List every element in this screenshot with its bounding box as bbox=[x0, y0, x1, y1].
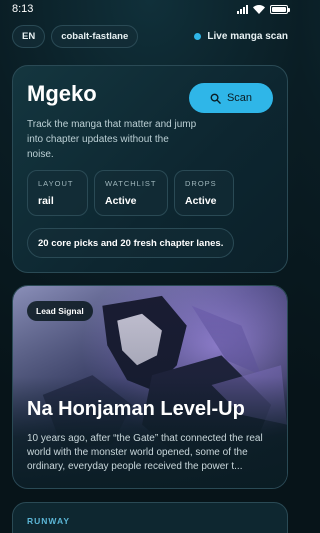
scan-button[interactable]: Scan bbox=[189, 83, 273, 113]
manga-title: Na Honjaman Level-Up bbox=[27, 398, 245, 420]
search-icon bbox=[210, 93, 221, 104]
status-time: 8:13 bbox=[12, 3, 34, 15]
live-status: Live manga scan bbox=[194, 31, 288, 42]
stat-value: Active bbox=[185, 195, 217, 207]
signal-icon bbox=[237, 4, 248, 14]
top-row: EN cobalt-fastlane Live manga scan bbox=[12, 24, 288, 48]
live-dot-icon bbox=[194, 32, 202, 40]
theme-chip[interactable]: cobalt-fastlane bbox=[51, 24, 139, 48]
stat-drops[interactable]: DROPS Active bbox=[174, 170, 234, 216]
lead-signal-badge: Lead Signal bbox=[27, 301, 93, 321]
scan-button-label: Scan bbox=[226, 92, 253, 104]
hero-description: Track the manga that matter and jump int… bbox=[27, 119, 197, 160]
runway-label: RUNWAY bbox=[27, 516, 70, 526]
stat-value: rail bbox=[38, 195, 54, 207]
manga-description: 10 years ago, after “the Gate” that conn… bbox=[27, 433, 263, 472]
stat-value: Active bbox=[105, 195, 137, 207]
stats-row: LAYOUT rail WATCHLIST Active DROPS Activ… bbox=[27, 170, 234, 216]
runway-section: RUNWAY bbox=[12, 502, 288, 533]
hero-card: Mgeko Scan Track the manga that matter a… bbox=[12, 65, 288, 273]
wifi-icon bbox=[253, 4, 265, 14]
stat-layout[interactable]: LAYOUT rail bbox=[27, 170, 88, 216]
summary-chip: 20 core picks and 20 fresh chapter lanes… bbox=[27, 228, 235, 258]
stat-watchlist[interactable]: WATCHLIST Active bbox=[94, 170, 168, 216]
stat-label: DROPS bbox=[185, 179, 217, 188]
stat-label: WATCHLIST bbox=[105, 179, 157, 188]
live-label: Live manga scan bbox=[207, 30, 288, 42]
lead-manga-card[interactable]: Lead Signal Na Honjaman Level-Up 10 year… bbox=[12, 285, 288, 489]
status-icons bbox=[237, 4, 290, 14]
battery-icon bbox=[270, 4, 290, 14]
language-chip[interactable]: EN bbox=[12, 24, 46, 48]
stat-label: LAYOUT bbox=[38, 179, 74, 188]
status-bar: 8:13 bbox=[0, 0, 300, 18]
